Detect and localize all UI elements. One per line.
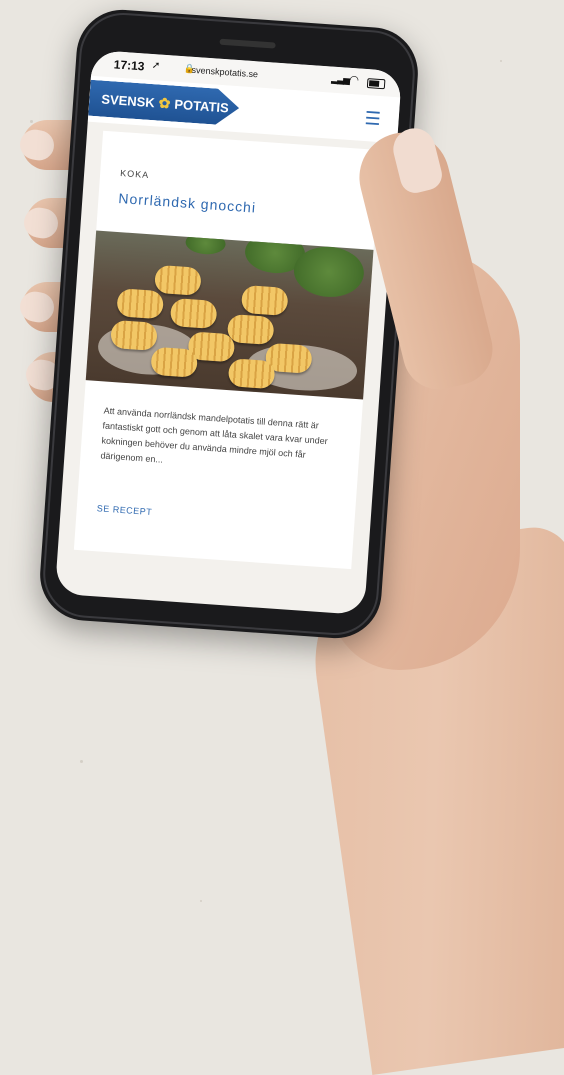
clock-time: 17:13 (113, 57, 145, 74)
site-logo[interactable]: SVENSK ✿ POTATIS (88, 80, 240, 126)
logo-text-left: SVENSK (100, 91, 156, 110)
gnocchi-piece (116, 288, 165, 320)
paper-speck (200, 900, 202, 902)
basil-leaves (184, 230, 227, 256)
potato-flower-icon: ✿ (158, 94, 172, 111)
gnocchi-photo[interactable] (85, 230, 374, 400)
battery-icon (366, 78, 386, 90)
recipe-card[interactable]: KOKA Norrländsk gnocchi Att använda norr… (73, 130, 381, 570)
wifi-icon: ◠ (348, 73, 360, 87)
recipe-description: Att använda norrländsk mandelpotatis til… (100, 405, 329, 465)
gnocchi-piece (169, 297, 218, 330)
location-arrow-icon: ➚ (151, 60, 161, 72)
hamburger-menu-icon[interactable]: ☰ (364, 108, 381, 129)
gnocchi-piece (240, 284, 289, 317)
paper-speck (30, 120, 33, 123)
phone-screen: 17:13 ➚ 🔒 svenskpotatis.se ▂▃▅ ◠ SVENSK … (54, 49, 403, 616)
see-recipe-link[interactable]: SE RECEPT (96, 503, 152, 517)
recipe-category: KOKA (119, 168, 150, 181)
logo-text-right: POTATIS (173, 96, 230, 115)
recipe-title[interactable]: Norrländsk gnocchi (118, 190, 257, 216)
gnocchi-piece (150, 346, 199, 378)
gnocchi-piece (226, 313, 275, 346)
paper-speck (500, 60, 502, 62)
smartphone: 17:13 ➚ 🔒 svenskpotatis.se ▂▃▅ ◠ SVENSK … (37, 6, 421, 642)
gnocchi-piece (110, 319, 158, 351)
address-bar-url[interactable]: svenskpotatis.se (191, 65, 258, 80)
signal-icon: ▂▃▅ (331, 73, 350, 85)
gnocchi-piece (227, 358, 276, 390)
paper-speck (80, 760, 83, 763)
gnocchi-piece (154, 264, 202, 296)
basil-leaves (292, 244, 366, 300)
